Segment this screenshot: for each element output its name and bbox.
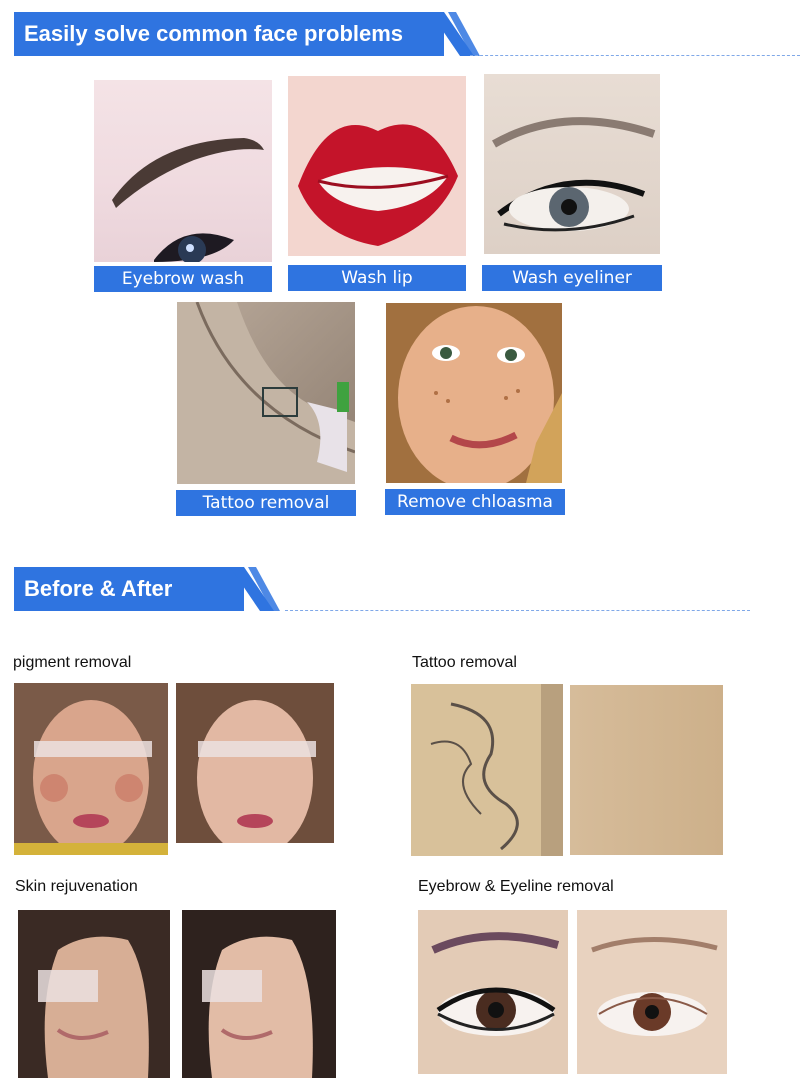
section-title: Easily solve common face problems [14, 12, 444, 56]
eyebrow-before-photo [418, 910, 568, 1074]
freckles-face-photo [386, 303, 562, 483]
eyes-blur [202, 970, 262, 1002]
label-tattoo-removal: Tattoo removal [176, 490, 356, 516]
skin-after-photo [182, 910, 336, 1078]
banner-dashed-line [285, 610, 750, 611]
skin-before-photo [18, 910, 170, 1078]
eyeliner-photo [484, 74, 660, 254]
label-eyebrow-wash: Eyebrow wash [94, 266, 272, 292]
pigment-after-photo [176, 683, 334, 855]
tattoo-after-photo [570, 685, 723, 855]
label-wash-lip: Wash lip [288, 265, 466, 291]
banner-stripe-icon [430, 12, 480, 56]
section-banner-face-problems: Easily solve common face problems [0, 12, 800, 56]
caption-skin-rejuvenation: Skin rejuvenation [15, 878, 138, 895]
pigment-before-photo [14, 683, 168, 855]
caption-eyebrow-eyeline-removal: Eyebrow & Eyeline removal [418, 878, 614, 895]
banner-dashed-line [470, 55, 800, 56]
eyebrow-photo [94, 80, 272, 262]
lips-photo [288, 76, 466, 256]
eyes-blur [38, 970, 98, 1002]
label-wash-eyeliner: Wash eyeliner [482, 265, 662, 291]
caption-tattoo-removal: Tattoo removal [412, 654, 517, 671]
label-remove-chloasma: Remove chloasma [385, 489, 565, 515]
eyes-blur [198, 741, 316, 757]
section-title: Before & After [14, 567, 244, 611]
section-banner-before-after: Before & After [0, 567, 800, 611]
tattoo-photo [177, 302, 355, 484]
caption-pigment-removal: pigment removal [13, 654, 132, 671]
banner-stripe-icon [230, 567, 280, 611]
eyes-blur [34, 741, 152, 757]
eyebrow-after-photo [577, 910, 727, 1074]
tattoo-before-photo [411, 684, 563, 856]
